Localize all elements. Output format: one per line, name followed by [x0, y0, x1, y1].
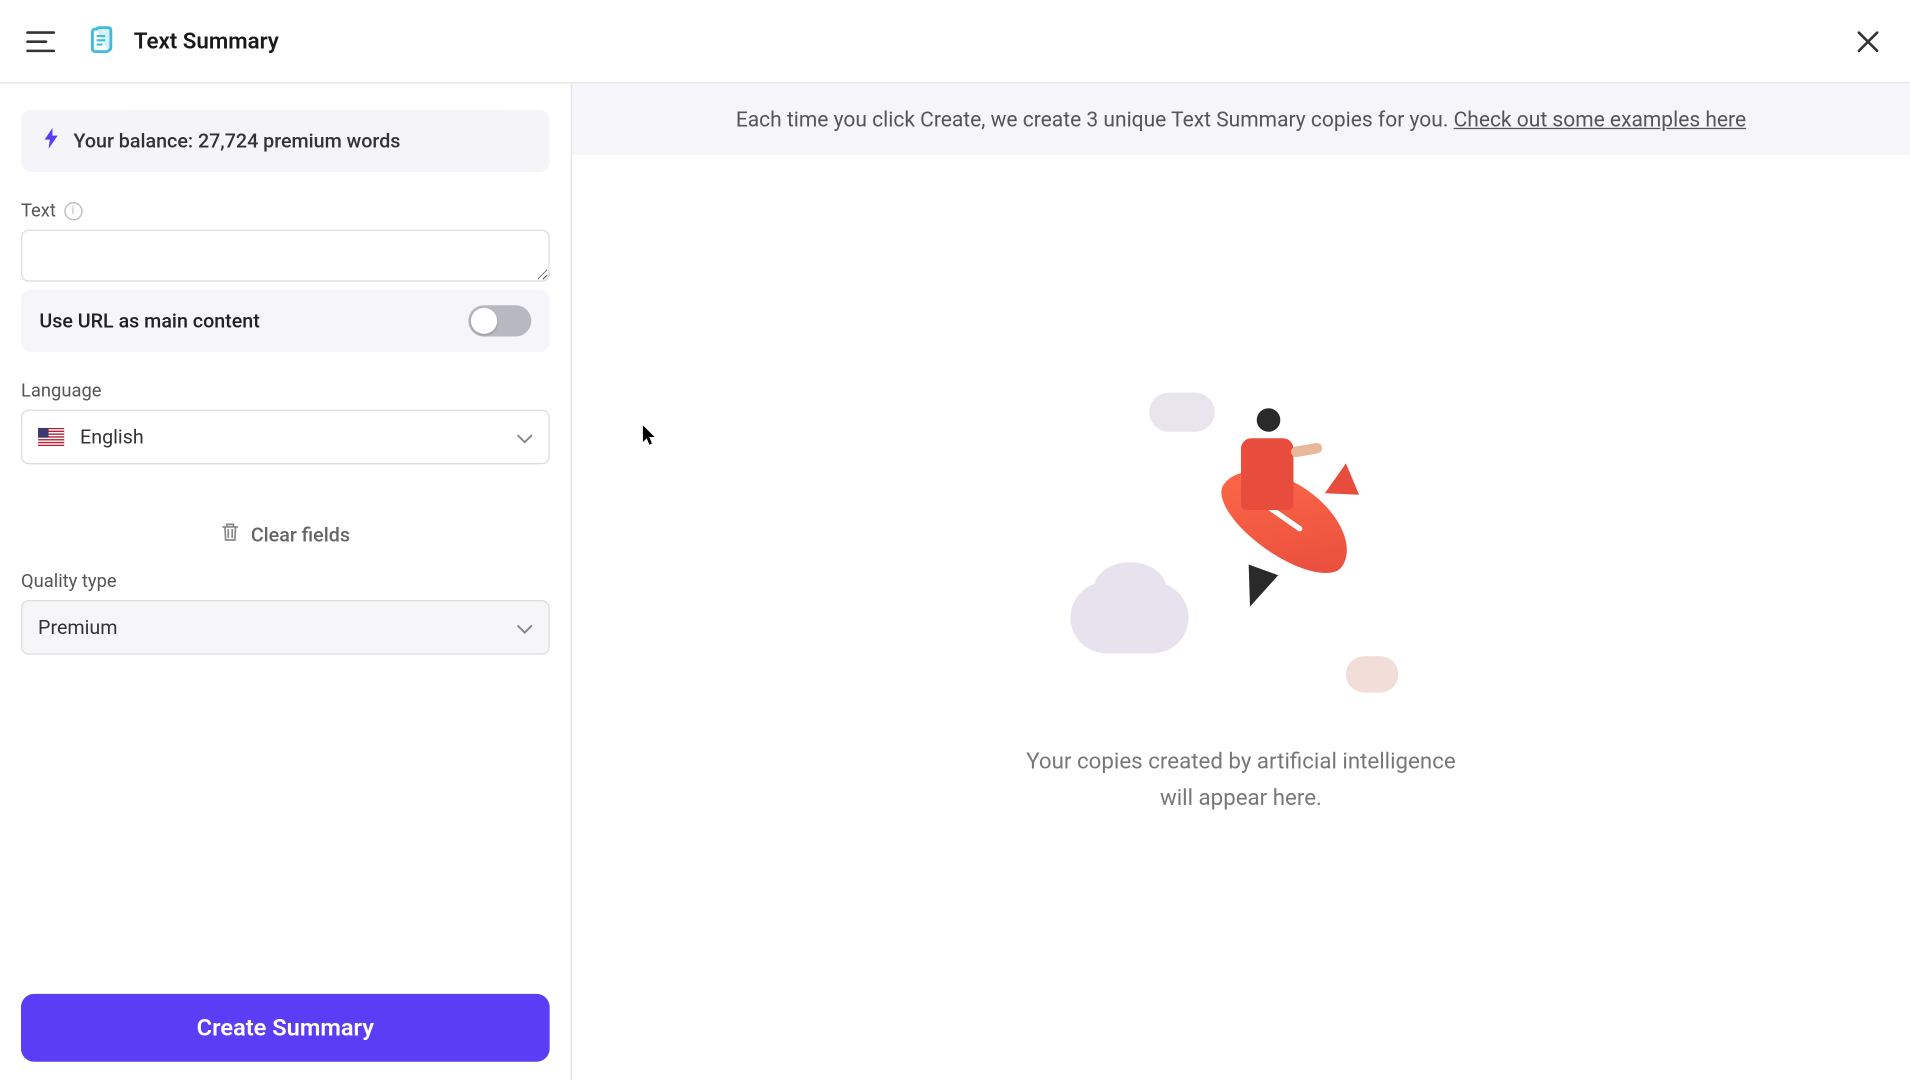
close-icon[interactable] — [1852, 25, 1883, 56]
examples-link[interactable]: Check out some examples here — [1454, 107, 1747, 132]
quality-value: Premium — [38, 616, 117, 639]
clear-fields-label: Clear fields — [251, 523, 350, 546]
document-icon — [84, 23, 121, 60]
chevron-down-icon — [517, 425, 533, 450]
url-toggle-row: Use URL as main content — [21, 290, 550, 353]
url-toggle[interactable] — [468, 305, 531, 336]
language-select[interactable]: English — [21, 410, 550, 465]
language-label: Language — [21, 381, 550, 402]
page-title: Text Summary — [134, 28, 279, 54]
clear-fields-button[interactable]: Clear fields — [21, 522, 550, 548]
url-toggle-label: Use URL as main content — [39, 309, 259, 332]
balance-text: Your balance: 27,724 premium words — [73, 129, 400, 152]
sidebar: Your balance: 27,724 premium words Text … — [0, 83, 572, 1080]
create-summary-button[interactable]: Create Summary — [21, 994, 550, 1062]
quality-label: Quality type — [21, 571, 550, 592]
header: Text Summary — [0, 0, 1910, 83]
balance-banner: Your balance: 27,724 premium words — [21, 110, 550, 173]
language-value: English — [80, 425, 144, 448]
text-label: Text — [21, 201, 56, 222]
bolt-icon — [42, 128, 60, 154]
us-flag-icon — [38, 428, 64, 446]
empty-state: Your copies created by artificial intell… — [572, 155, 1910, 1080]
info-banner: Each time you click Create, we create 3 … — [572, 83, 1910, 155]
quality-select[interactable]: Premium — [21, 600, 550, 655]
chevron-down-icon — [517, 615, 533, 640]
info-banner-text: Each time you click Create, we create 3 … — [736, 107, 1454, 132]
empty-state-text: Your copies created by artificial intell… — [1026, 745, 1455, 816]
trash-icon — [221, 522, 241, 548]
text-input[interactable] — [21, 230, 550, 282]
main-panel: Each time you click Create, we create 3 … — [572, 83, 1910, 1080]
info-icon[interactable]: i — [64, 202, 82, 220]
rocket-illustration — [1070, 367, 1411, 706]
hamburger-icon[interactable] — [26, 25, 57, 56]
